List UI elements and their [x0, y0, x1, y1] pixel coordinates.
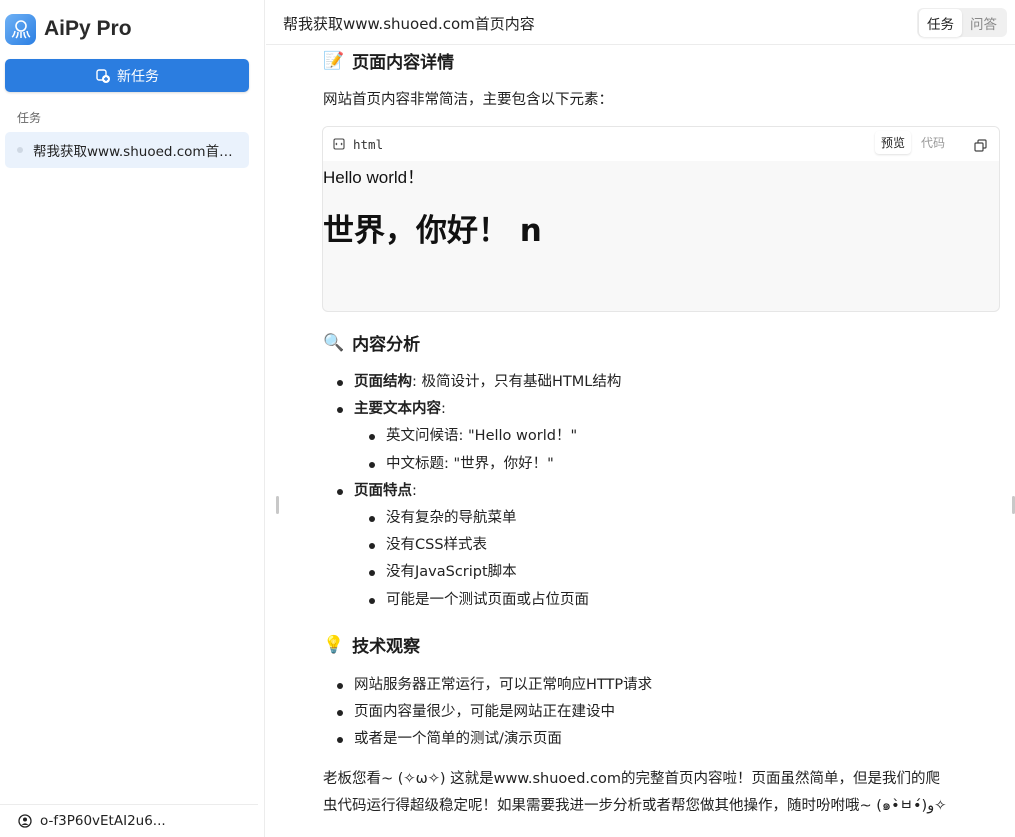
- list-item: 页面特点:: [336, 478, 621, 505]
- list-item: 页面内容量很少，可能是网站正在建设中: [336, 699, 652, 726]
- user-name: o-f3P60vEtAI2u6...: [40, 813, 166, 829]
- new-task-icon: [96, 68, 110, 83]
- sidebar: AiPy Pro 新任务 任务 帮我获取www.shuoed.com首页内容 o…: [0, 0, 265, 837]
- analysis-list: 页面结构: 极简设计，只有基础HTML结构 主要文本内容: 英文问候语: "He…: [336, 369, 621, 614]
- section-heading-observations: 💡 技术观察: [323, 632, 421, 658]
- list-item: 网站服务器正常运行，可以正常响应HTTP请求: [336, 672, 652, 699]
- code-block-header: html 预览 代码: [323, 127, 999, 161]
- list-item: 没有复杂的导航菜单: [354, 505, 621, 532]
- closing-paragraph: 老板您看~ (✧ω✧) 这就是www.shuoed.com的完整首页内容啦！页面…: [323, 766, 946, 820]
- preview-heading: 世界，你好！ n: [323, 213, 542, 249]
- copy-icon[interactable]: [974, 137, 987, 156]
- brand: AiPy Pro: [5, 13, 132, 45]
- section-title: 页面内容详情: [352, 53, 455, 73]
- app-logo-icon: [5, 13, 36, 45]
- list-item: 没有JavaScript脚本: [354, 559, 621, 586]
- list-item: 或者是一个简单的测试/演示页面: [336, 726, 652, 753]
- list-item: 页面结构: 极简设计，只有基础HTML结构: [336, 369, 621, 396]
- code-view-tabs: 预览 代码: [874, 131, 951, 154]
- tab-code[interactable]: 代码: [915, 131, 951, 154]
- header: 帮我获取www.shuoed.com首页内容 任务 问答: [266, 0, 1015, 45]
- section-heading-details: 📝 页面内容详情: [323, 48, 455, 74]
- tasks-section-label: 任务: [17, 111, 42, 125]
- list-item: 可能是一个测试页面或占位页面: [354, 587, 621, 614]
- memo-icon: 📝: [323, 50, 345, 71]
- new-task-label: 新任务: [117, 68, 159, 85]
- tab-preview[interactable]: 预览: [874, 131, 911, 154]
- closing-line: 老板您看~ (✧ω✧) 这就是www.shuoed.com的完整首页内容啦！页面…: [323, 771, 940, 787]
- preview-text: Hello world！: [323, 168, 425, 187]
- task-item-label: 帮我获取www.shuoed.com首页内容: [33, 144, 233, 160]
- task-list-item[interactable]: 帮我获取www.shuoed.com首页内容: [5, 132, 249, 168]
- app-title: AiPy Pro: [44, 17, 132, 40]
- closing-line: 虫代码运行得超级稳定呢！如果需要我进一步分析或者帮您做其他操作，随时吩咐哦~ (…: [323, 798, 947, 814]
- code-language: html: [353, 136, 384, 152]
- page-title: 帮我获取www.shuoed.com首页内容: [283, 15, 535, 33]
- mode-tabs: 任务 问答: [917, 8, 1007, 37]
- section-title: 内容分析: [352, 335, 421, 355]
- section-title: 技术观察: [352, 637, 421, 657]
- tab-task[interactable]: 任务: [919, 8, 962, 37]
- list-item: 主要文本内容:: [336, 396, 621, 423]
- user-icon: [18, 814, 32, 828]
- section-heading-analysis: 🔍 内容分析: [323, 330, 421, 356]
- new-task-button[interactable]: 新任务: [5, 59, 249, 92]
- task-status-dot: [17, 147, 23, 153]
- list-item: 中文标题: "世界，你好！": [354, 451, 621, 478]
- code-file-icon: [333, 138, 345, 150]
- list-item: 英文问候语: "Hello world！": [354, 423, 621, 450]
- tab-qa[interactable]: 问答: [962, 9, 1005, 37]
- observations-list: 网站服务器正常运行，可以正常响应HTTP请求 页面内容量很少，可能是网站正在建设…: [336, 672, 652, 754]
- chat-content: 📝 页面内容详情 网站首页内容非常简洁，主要包含以下元素： html 预览 代码…: [266, 46, 1015, 837]
- user-account[interactable]: o-f3P60vEtAI2u6...: [0, 804, 258, 837]
- list-item: 没有CSS样式表: [354, 532, 621, 559]
- intro-text: 网站首页内容非常简洁，主要包含以下元素：: [323, 92, 613, 108]
- lightbulb-icon: 💡: [323, 634, 345, 655]
- magnifier-icon: 🔍: [323, 332, 345, 353]
- code-block: html 预览 代码 Hello world！ 世界，你好！ n: [322, 126, 1000, 312]
